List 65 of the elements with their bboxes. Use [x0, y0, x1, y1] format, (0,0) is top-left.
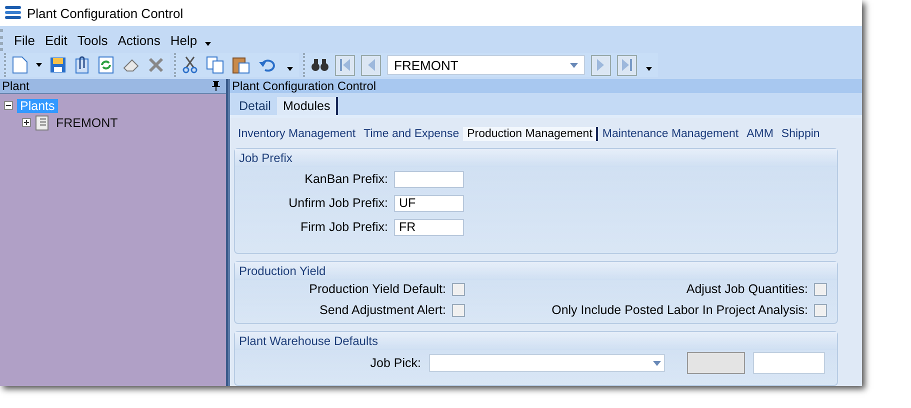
pin-icon[interactable]	[212, 81, 220, 91]
undo-icon[interactable]	[258, 58, 276, 72]
input-field[interactable]: UF	[394, 194, 464, 212]
building-icon	[35, 114, 49, 130]
field-label: KanBan Prefix:	[304, 172, 389, 186]
caret-icon[interactable]	[36, 63, 42, 67]
new-document-icon[interactable]	[12, 56, 28, 74]
first-arrow-icon[interactable]	[340, 59, 350, 71]
eraser-icon[interactable]	[122, 58, 140, 72]
checkbox-label: Production Yield Default:	[309, 282, 446, 296]
save-icon[interactable]	[50, 57, 66, 73]
input-field[interactable]: FR	[394, 218, 464, 236]
module-tab[interactable]: AMM	[742, 127, 778, 141]
next-record-button[interactable]	[591, 54, 611, 76]
record-selector[interactable]: FREMONT	[387, 55, 585, 75]
checkbox[interactable]	[452, 282, 465, 296]
module-tab[interactable]: Production Management	[463, 127, 598, 141]
expander-icon[interactable]	[4, 101, 13, 110]
paste-icon[interactable]	[232, 56, 250, 74]
group-title: Plant Warehouse Defaults	[235, 332, 837, 350]
last-arrow-icon[interactable]	[622, 59, 632, 71]
module-tab[interactable]: Maintenance Management	[598, 127, 743, 141]
menu-item[interactable]: Help	[165, 32, 202, 48]
menu-item[interactable]: Tools	[72, 32, 113, 48]
menu-item[interactable]: Actions	[112, 32, 166, 48]
menu-item[interactable]: File	[9, 32, 40, 48]
refresh-icon[interactable]	[98, 56, 114, 74]
previous-record-button[interactable]	[361, 54, 381, 76]
delete-icon[interactable]	[148, 57, 164, 73]
first-record-button[interactable]	[335, 54, 355, 76]
overflow-caret-icon[interactable]	[205, 42, 212, 46]
module-tab[interactable]: Shippin	[777, 127, 824, 141]
checkbox-label: Adjust Job Quantities:	[686, 282, 808, 296]
input-field[interactable]	[753, 352, 825, 374]
field-label: Unfirm Job Prefix:	[288, 196, 389, 210]
window-title: Plant Configuration Control	[27, 6, 184, 20]
binoculars-icon[interactable]	[311, 58, 329, 72]
module-tab[interactable]: Time and Expense	[360, 127, 464, 141]
module-tab[interactable]: Inventory Management	[234, 127, 360, 141]
caret-icon[interactable]	[646, 67, 652, 71]
field-label: Firm Job Prefix:	[299, 220, 389, 234]
last-record-button[interactable]	[617, 54, 637, 76]
dropdown-field[interactable]	[429, 354, 665, 372]
checkbox-label: Send Adjustment Alert:	[320, 303, 446, 317]
checkbox-label: Only Include Posted Labor In Project Analysis:	[552, 303, 808, 317]
tab[interactable]: Modules	[276, 97, 338, 115]
dropdown-arrow-icon[interactable]	[653, 360, 661, 366]
panel-title: Plant	[2, 79, 30, 93]
lookup-button[interactable]	[687, 352, 745, 374]
caret-icon[interactable]	[287, 67, 293, 71]
checkbox[interactable]	[814, 282, 827, 296]
checkbox[interactable]	[814, 304, 827, 316]
checkbox[interactable]	[452, 304, 465, 316]
input-field[interactable]	[394, 170, 464, 188]
tab[interactable]: Detail	[233, 97, 277, 115]
app-logo-icon	[5, 6, 21, 20]
menu-item[interactable]: Edit	[40, 32, 72, 48]
panel-title: Plant Configuration Control	[232, 79, 376, 93]
scissors-icon[interactable]	[182, 56, 198, 74]
attachment-icon[interactable]	[74, 56, 90, 74]
dropdown-arrow-icon[interactable]	[570, 62, 578, 68]
field-label: Job Pick:	[369, 356, 421, 370]
copy-icon[interactable]	[206, 56, 224, 74]
expander-icon[interactable]	[22, 118, 31, 127]
tree-item[interactable]: FREMONT	[53, 116, 121, 130]
